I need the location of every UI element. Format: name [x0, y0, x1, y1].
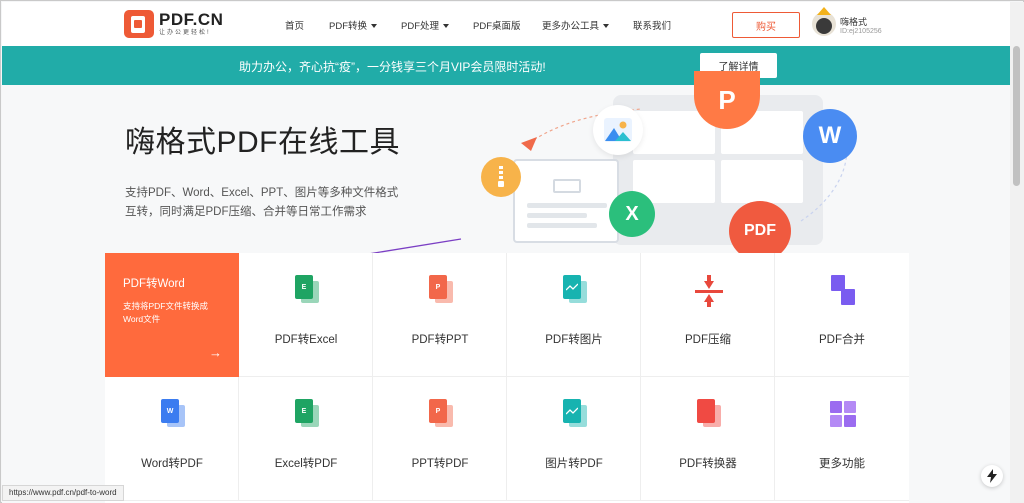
tool-label: PDF合并: [819, 334, 865, 346]
zip-badge-icon: [481, 157, 521, 197]
hero-title: 嗨格式PDF在线工具: [125, 126, 400, 159]
merge-icon: [829, 275, 857, 307]
pdf-badge-icon: PDF: [729, 201, 791, 261]
paper-plane-icon: [521, 137, 537, 151]
tool-label: 更多功能: [819, 458, 865, 470]
ppt-doc-icon: P: [427, 399, 455, 431]
tool-label: PDF转PPT: [411, 334, 469, 346]
tool-pdf-compress[interactable]: PDF压缩: [641, 253, 775, 377]
ppt-doc-icon: P: [427, 275, 455, 307]
tool-pdf-to-word[interactable]: PDF转Word 支持将PDF文件转换成Word文件 →: [105, 253, 239, 377]
tool-label: Excel转PDF: [274, 458, 338, 470]
image-doc-icon: [561, 275, 589, 307]
converter-icon: [695, 399, 723, 431]
tool-more-features[interactable]: 更多功能: [775, 377, 909, 501]
status-bar-url: https://www.pdf.cn/pdf-to-word: [2, 485, 124, 501]
grid-icon: [829, 399, 857, 431]
arrow-right-icon: →: [209, 345, 222, 360]
tool-pdf-merge[interactable]: PDF合并: [775, 253, 909, 377]
tool-ppt-to-pdf[interactable]: P PPT转PDF: [373, 377, 507, 501]
tool-label: PDF转换器: [679, 458, 737, 470]
tool-label: PDF转Excel: [274, 334, 338, 346]
tool-label: PDF转图片: [545, 334, 603, 346]
tool-pdf-to-ppt[interactable]: P PDF转PPT: [373, 253, 507, 377]
tool-title: PDF转Word: [123, 278, 185, 290]
excel-doc-icon: E: [293, 275, 321, 307]
excel-badge-icon: X: [609, 191, 655, 237]
tool-label: Word转PDF: [141, 458, 203, 470]
excel-doc-icon: E: [293, 399, 321, 431]
image-doc-icon: [561, 399, 589, 431]
tool-label: PPT转PDF: [411, 458, 469, 470]
tool-description: 支持将PDF文件转换成Word文件: [123, 301, 209, 324]
lightning-icon[interactable]: [981, 465, 1003, 487]
tool-pdf-to-excel[interactable]: E PDF转Excel: [239, 253, 373, 377]
tool-excel-to-pdf[interactable]: E Excel转PDF: [239, 377, 373, 501]
tools-grid: PDF转Word 支持将PDF文件转换成Word文件 → E PDF转Excel…: [105, 253, 909, 503]
word-doc-icon: W: [159, 399, 187, 431]
browser-viewport: PDF.CN 让办公更轻松! 首页 PDF转换 PDF处理 PDF桌面版 更多办…: [0, 0, 1024, 503]
tool-label: 图片转PDF: [545, 458, 603, 470]
tool-image-to-pdf[interactable]: 图片转PDF: [507, 377, 641, 501]
hero-description: 支持PDF、Word、Excel、PPT、图片等多种文件格式 互转，同时满足PD…: [125, 187, 399, 218]
tool-pdf-converter[interactable]: PDF转换器: [641, 377, 775, 501]
word-badge-icon: W: [803, 109, 857, 163]
image-badge-icon: [593, 105, 643, 155]
compress-icon: [695, 275, 723, 307]
tool-pdf-to-image[interactable]: PDF转图片: [507, 253, 641, 377]
scrollbar-thumb[interactable]: [1013, 46, 1020, 186]
vertical-scrollbar[interactable]: [1010, 2, 1024, 503]
tool-label: PDF压缩: [685, 334, 731, 346]
tool-word-to-pdf[interactable]: W Word转PDF: [105, 377, 239, 501]
document-card-illustration: [513, 159, 619, 243]
